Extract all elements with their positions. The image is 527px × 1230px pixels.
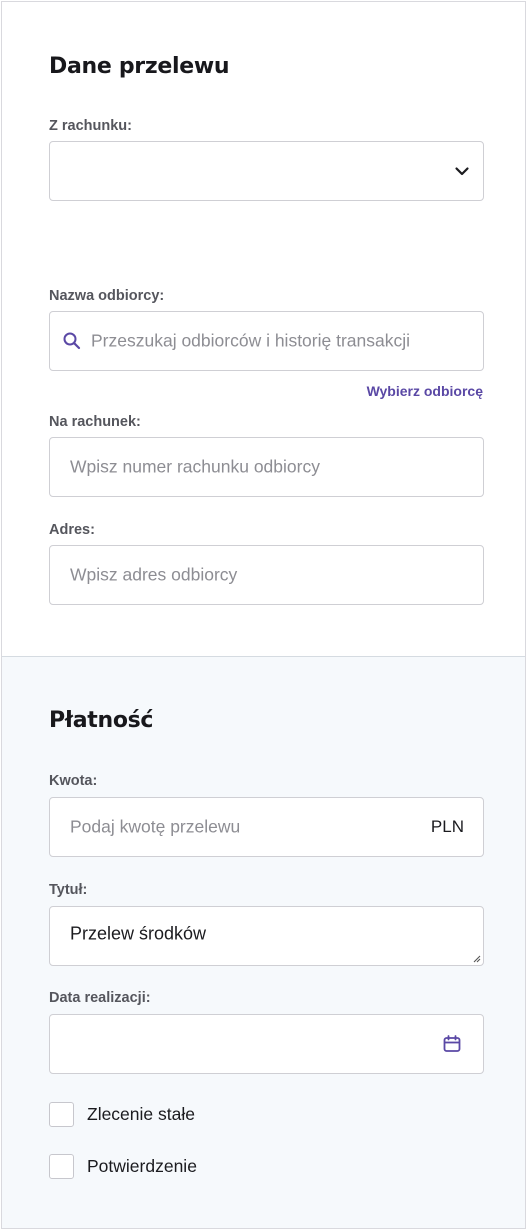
resize-handle-icon[interactable]	[471, 953, 481, 963]
choose-recipient-link[interactable]: Wybierz odbiorcę	[367, 383, 483, 399]
recipient-name-label: Nazwa odbiorcy:	[49, 288, 165, 304]
address-label: Adres:	[49, 522, 95, 538]
title-value: Przelew środków	[70, 923, 207, 944]
title-label: Tytuł:	[49, 882, 88, 898]
confirmation-label: Potwierdzenie	[87, 1156, 197, 1176]
chevron-down-icon	[455, 167, 469, 176]
standing-order-option[interactable]: Zlecenie stałe	[49, 1102, 195, 1127]
title-textarea[interactable]: Przelew środków	[49, 906, 484, 966]
search-icon	[63, 332, 81, 350]
recipient-search-input[interactable]: Przeszukaj odbiorców i historię transakc…	[49, 311, 484, 371]
amount-input[interactable]: Podaj kwotę przelewu PLN	[49, 797, 484, 857]
recipient-search-placeholder: Przeszukaj odbiorców i historię transakc…	[91, 330, 411, 351]
standing-order-label: Zlecenie stałe	[87, 1104, 195, 1124]
address-placeholder: Wpisz adres odbiorcy	[70, 564, 238, 585]
calendar-icon[interactable]	[442, 1034, 462, 1054]
payment-heading: Płatność	[49, 708, 154, 733]
transfer-details-heading: Dane przelewu	[49, 54, 230, 79]
date-label: Data realizacji:	[49, 990, 151, 1006]
address-input[interactable]: Wpisz adres odbiorcy	[49, 545, 484, 605]
amount-label: Kwota:	[49, 773, 98, 789]
to-account-input[interactable]: Wpisz numer rachunku odbiorcy	[49, 437, 484, 497]
amount-placeholder: Podaj kwotę przelewu	[70, 816, 241, 837]
date-input[interactable]	[49, 1014, 484, 1074]
confirmation-option[interactable]: Potwierdzenie	[49, 1154, 197, 1179]
confirmation-checkbox[interactable]	[49, 1154, 74, 1179]
payment-section: Płatność Kwota: Podaj kwotę przelewu PLN…	[2, 656, 525, 1228]
currency-label: PLN	[430, 817, 464, 836]
transfer-form: Dane przelewu Z rachunku: Nazwa odbiorcy…	[1, 1, 526, 1229]
standing-order-checkbox[interactable]	[49, 1102, 74, 1127]
to-account-placeholder: Wpisz numer rachunku odbiorcy	[70, 456, 320, 477]
from-account-label: Z rachunku:	[49, 118, 132, 134]
transfer-details-section: Dane przelewu Z rachunku: Nazwa odbiorcy…	[2, 2, 525, 656]
from-account-select[interactable]	[49, 141, 484, 201]
to-account-label: Na rachunek:	[49, 414, 141, 430]
